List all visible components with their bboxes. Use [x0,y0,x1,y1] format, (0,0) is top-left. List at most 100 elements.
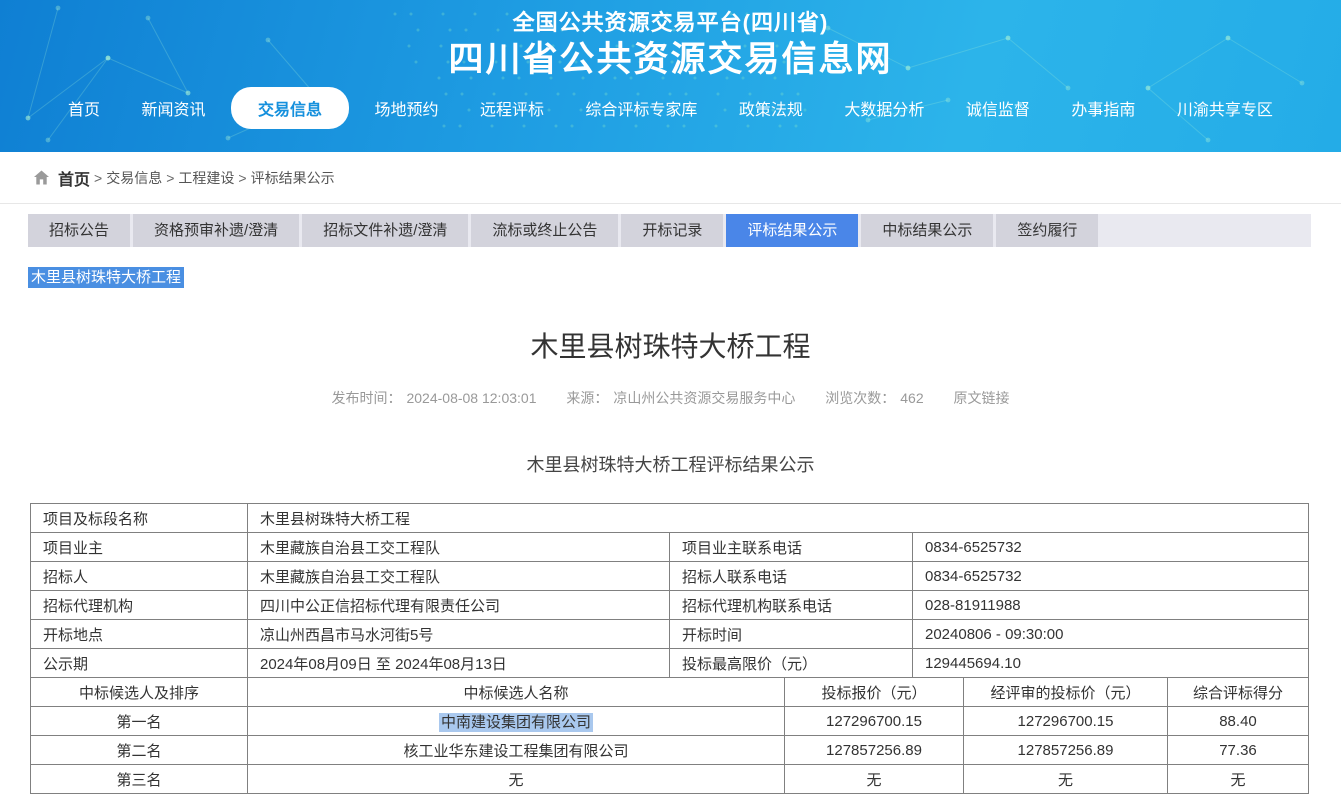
tab-failure-or-termination[interactable]: 流标或终止公告 [471,214,618,247]
evaluated-price-cell: 127296700.15 [964,707,1168,736]
col-header-rank: 中标候选人及排序 [31,678,248,707]
info-value-cell: 0834-6525732 [913,562,1309,591]
col-header-candidate-name: 中标候选人名称 [248,678,785,707]
info-label-cell: 招标代理机构联系电话 [670,591,913,620]
views-count: 462 [900,390,923,406]
tab-strip: 招标公告 资格预审补遗/澄清 招标文件补遗/澄清 流标或终止公告 开标记录 评标… [28,214,1311,247]
tab-tender-announcement[interactable]: 招标公告 [28,214,130,247]
tab-contract-performance[interactable]: 签约履行 [996,214,1098,247]
info-label-cell: 开标地点 [31,620,248,649]
nav-item-trade-info[interactable]: 交易信息 [231,87,349,129]
breadcrumb: 首页 > 交易信息 > 工程建设 > 评标结果公示 [0,152,1341,204]
breadcrumb-engineering[interactable]: 工程建设 [178,168,234,188]
score-cell: 77.36 [1168,736,1309,765]
info-value-cell: 0834-6525732 [913,533,1309,562]
info-label-cell: 项目业主 [31,533,248,562]
col-header-bid-price: 投标报价（元） [785,678,964,707]
nav-item-integrity-supervision[interactable]: 诚信监督 [950,88,1046,128]
nav-item-home[interactable]: 首页 [52,88,116,128]
candidate-name-cell: 无 [248,765,785,794]
table-row: 公示期 2024年08月09日 至 2024年08月13日 投标最高限价（元） … [31,649,1309,678]
rank-cell: 第三名 [31,765,248,794]
info-value-cell: 四川中公正信招标代理有限责任公司 [248,591,670,620]
article-meta: 发布时间： 2024-08-08 12:03:01 来源： 凉山州公共资源交易服务中… [0,388,1341,408]
nav-item-service-guide[interactable]: 办事指南 [1055,88,1151,128]
tab-tender-doc-supplement[interactable]: 招标文件补遗/澄清 [302,214,468,247]
evaluated-price-cell: 127857256.89 [964,736,1168,765]
col-header-score: 综合评标得分 [1168,678,1309,707]
rank-cell: 第一名 [31,707,248,736]
notice-subtitle: 木里县树珠特大桥工程评标结果公示 [0,451,1341,477]
table-row: 第一名 中南建设集团有限公司 127296700.15 127296700.15… [31,707,1309,736]
table-row: 项目及标段名称 木里县树珠特大桥工程 [31,504,1309,533]
publish-time-label: 发布时间： [331,390,401,406]
info-value-cell: 木里县树珠特大桥工程 [248,504,1309,533]
candidate-name-cell: 中南建设集团有限公司 [248,707,785,736]
info-label-cell: 招标人联系电话 [670,562,913,591]
info-value-cell: 20240806 - 09:30:00 [913,620,1309,649]
info-value-cell: 028-81911988 [913,591,1309,620]
info-label-cell: 开标时间 [670,620,913,649]
candidate-name-cell: 核工业华东建设工程集团有限公司 [248,736,785,765]
col-header-evaluated-price: 经评审的投标价（元） [964,678,1168,707]
breadcrumb-separator: > [238,170,246,186]
rank-cell: 第二名 [31,736,248,765]
info-label-cell: 项目业主联系电话 [670,533,913,562]
nav-item-venue-booking[interactable]: 场地预约 [358,88,454,128]
bid-price-cell: 无 [785,765,964,794]
breadcrumb-separator: > [166,170,174,186]
project-info-table: 项目及标段名称 木里县树珠特大桥工程 项目业主 木里藏族自治县工交工程队 项目业… [30,503,1309,678]
platform-name: 全国公共资源交易平台(四川省) [0,9,1341,37]
evaluated-price-cell: 无 [964,765,1168,794]
candidates-table: 中标候选人及排序 中标候选人名称 投标报价（元） 经评审的投标价（元） 综合评标… [30,677,1309,794]
breadcrumb-separator: > [94,170,102,186]
nav-item-chuanyu-zone[interactable]: 川渝共享专区 [1161,88,1289,128]
breadcrumb-home[interactable]: 首页 [58,166,90,190]
site-title: 四川省公共资源交易信息网 [0,38,1341,82]
info-label-cell: 投标最高限价（元） [670,649,913,678]
views-label: 浏览次数： [825,390,895,406]
header-titles: 全国公共资源交易平台(四川省) 四川省公共资源交易信息网 [0,0,1341,81]
bid-price-cell: 127857256.89 [785,736,964,765]
info-value-cell: 木里藏族自治县工交工程队 [248,533,670,562]
table-row: 开标地点 凉山州西昌市马水河街5号 开标时间 20240806 - 09:30:… [31,620,1309,649]
project-link-selected[interactable]: 木里县树珠特大桥工程 [28,267,184,288]
nav-item-expert-pool[interactable]: 综合评标专家库 [569,88,713,128]
nav-item-remote-evaluation[interactable]: 远程评标 [464,88,560,128]
bid-price-cell: 127296700.15 [785,707,964,736]
info-value-cell: 129445694.10 [913,649,1309,678]
tab-bid-opening-record[interactable]: 开标记录 [621,214,723,247]
selected-company-text: 中南建设集团有限公司 [439,713,593,732]
source-value: 凉山州公共资源交易服务中心 [613,390,795,406]
info-value-cell: 2024年08月09日 至 2024年08月13日 [248,649,670,678]
tab-prequalification-supplement[interactable]: 资格预审补遗/澄清 [133,214,299,247]
table-row: 招标人 木里藏族自治县工交工程队 招标人联系电话 0834-6525732 [31,562,1309,591]
article: 木里县树珠特大桥工程 发布时间： 2024-08-08 12:03:01 来源： 凉… [0,325,1341,794]
info-value-cell: 木里藏族自治县工交工程队 [248,562,670,591]
info-value-cell: 凉山州西昌市马水河街5号 [248,620,670,649]
breadcrumb-trade-info[interactable]: 交易信息 [106,168,162,188]
tab-award-result[interactable]: 中标结果公示 [861,214,993,247]
table-row: 招标代理机构 四川中公正信招标代理有限责任公司 招标代理机构联系电话 028-8… [31,591,1309,620]
info-label-cell: 公示期 [31,649,248,678]
publish-time-value: 2024-08-08 12:03:01 [406,390,536,406]
info-label-cell: 招标人 [31,562,248,591]
site-header: 全国公共资源交易平台(四川省) 四川省公共资源交易信息网 首页 新闻资讯 交易信… [0,0,1341,152]
table-row: 第三名 无 无 无 无 [31,765,1309,794]
info-label-cell: 招标代理机构 [31,591,248,620]
score-cell: 无 [1168,765,1309,794]
nav-item-news[interactable]: 新闻资讯 [125,88,221,128]
table-header-row: 中标候选人及排序 中标候选人名称 投标报价（元） 经评审的投标价（元） 综合评标… [31,678,1309,707]
original-link[interactable]: 原文链接 [954,390,1010,406]
nav-item-big-data[interactable]: 大数据分析 [828,88,940,128]
page-title: 木里县树珠特大桥工程 [0,325,1341,365]
score-cell: 88.40 [1168,707,1309,736]
tab-evaluation-result[interactable]: 评标结果公示 [726,214,858,247]
home-icon [33,170,50,186]
breadcrumb-current-page: 评标结果公示 [251,168,335,188]
table-row: 第二名 核工业华东建设工程集团有限公司 127857256.89 1278572… [31,736,1309,765]
source-label: 来源： [566,390,608,406]
main-nav: 首页 新闻资讯 交易信息 场地预约 远程评标 综合评标专家库 政策法规 大数据分… [0,85,1341,131]
nav-item-policies[interactable]: 政策法规 [723,88,819,128]
project-link-row: 木里县树珠特大桥工程 [28,266,1341,287]
